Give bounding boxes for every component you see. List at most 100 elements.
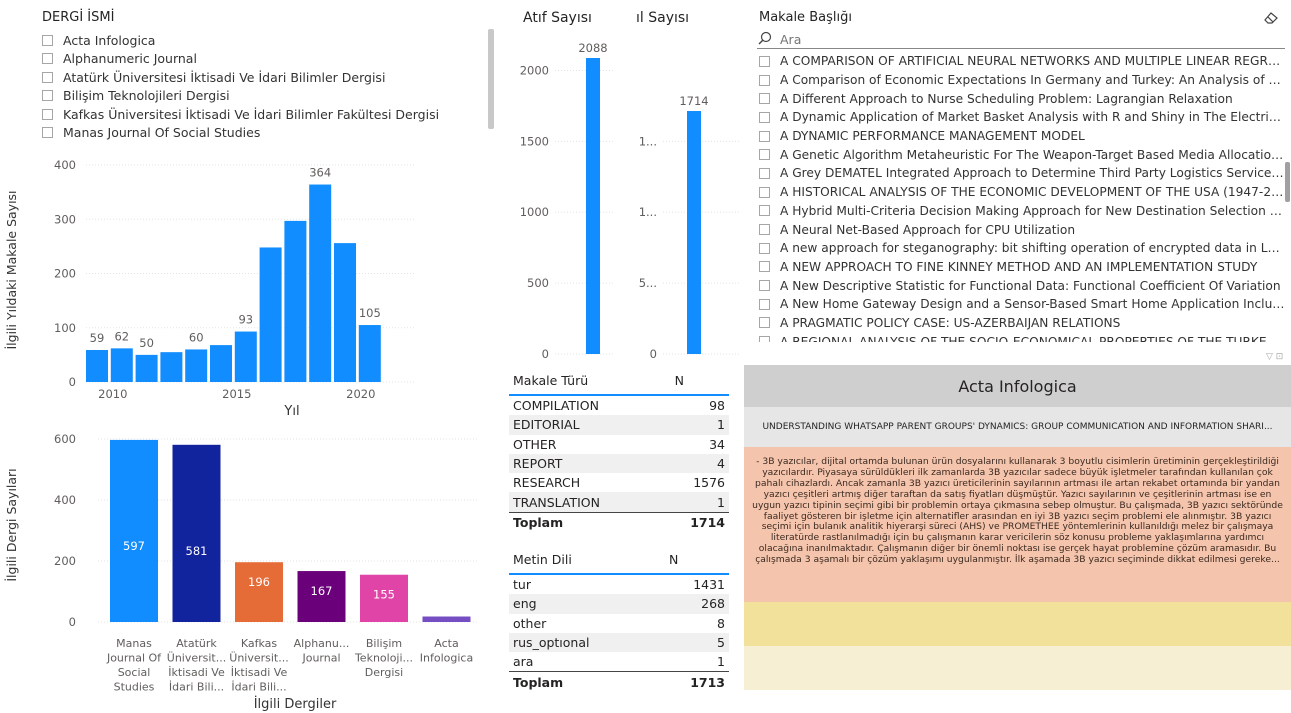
article-slicer-item[interactable]: A Dynamic Application of Market Basket A…: [759, 108, 1287, 127]
checkbox[interactable]: [42, 108, 53, 120]
journal-bar[interactable]: [172, 444, 221, 622]
year-bar[interactable]: [334, 243, 356, 382]
table-row[interactable]: ara 1: [509, 652, 729, 672]
column-header-type[interactable]: Makale Türü: [509, 366, 661, 396]
checkbox[interactable]: [42, 53, 53, 65]
journal-slicer-item[interactable]: Atatürk Üniversitesi İktisadi Ve İdari B…: [42, 68, 492, 87]
checkbox[interactable]: [759, 205, 770, 217]
table-row[interactable]: other 8: [509, 614, 729, 633]
table-row[interactable]: EDITORIAL 1: [509, 415, 729, 435]
journal-bar-chart: İlgili Dergi Sayıları İlgili Dergiler 0 2…: [4, 432, 478, 712]
article-slicer-item[interactable]: A HISTORICAL ANALYSIS OF THE ECONOMIC DE…: [759, 183, 1287, 202]
year-bar[interactable]: [185, 349, 208, 382]
article-slicer-item-label: A Genetic Algorithm Metaheuristic For Th…: [780, 147, 1285, 162]
checkbox[interactable]: [759, 261, 770, 273]
article-slicer-item-label: A New Home Gateway Design and a Sensor-B…: [780, 297, 1285, 312]
table-row[interactable]: RESEARCH 1576: [509, 473, 729, 492]
checkbox[interactable]: [759, 224, 770, 236]
year-bar[interactable]: [234, 331, 257, 382]
year-bar[interactable]: [284, 220, 307, 382]
column-header-n[interactable]: N: [660, 366, 729, 396]
checkbox[interactable]: [759, 186, 770, 198]
article-search-input[interactable]: [778, 29, 1272, 49]
journal-slicer-item[interactable]: Bilişim Teknolojileri Dergisi: [42, 87, 492, 106]
journal-slicer-item[interactable]: Manas Journal Of Social Studies: [42, 124, 492, 143]
article-slicer-item[interactable]: A Grey DEMATEL Integrated Approach to De…: [759, 164, 1287, 183]
article-slicer-item[interactable]: A DYNAMIC PERFORMANCE MANAGEMENT MODEL: [759, 127, 1287, 146]
article-slicer-item[interactable]: A PRAGMATIC POLICY CASE: US-AZERBAIJAN R…: [759, 314, 1287, 333]
journal-bar[interactable]: [235, 562, 283, 622]
article-slicer-item[interactable]: A New Descriptive Statistic for Function…: [759, 276, 1287, 295]
journal-slicer-item[interactable]: Alphanumeric Journal: [42, 50, 492, 69]
article-slicer-item-label: A Comparison of Economic Expectations In…: [780, 73, 1285, 88]
visual-options-icon[interactable]: ▽ ⊡: [1266, 352, 1283, 362]
checkbox[interactable]: [759, 280, 770, 292]
year-bar-chart: İlgili Yıldaki Makale Sayısı Yıl 0 100 200…: [4, 158, 416, 419]
article-slicer-scrollbar[interactable]: [1285, 162, 1290, 202]
x-tick-label: Dergisi: [365, 666, 403, 679]
checkbox[interactable]: [759, 93, 770, 105]
table-row[interactable]: COMPILATION 98: [509, 395, 729, 415]
table-row[interactable]: tur 1431: [509, 574, 729, 594]
article-slicer-item[interactable]: A Genetic Algorithm Metaheuristic For Th…: [759, 145, 1287, 164]
checkbox[interactable]: [759, 130, 770, 142]
checkbox[interactable]: [759, 111, 770, 123]
article-slicer-item[interactable]: A COMPARISON OF ARTIFICIAL NEURAL NETWOR…: [759, 52, 1287, 71]
table-cell-value: 1: [660, 492, 729, 513]
table-row[interactable]: OTHER 34: [509, 435, 729, 454]
table-row[interactable]: REPORT 4: [509, 453, 729, 474]
y-tick-label: 400: [54, 158, 76, 172]
article-slicer-item[interactable]: A Comparison of Economic Expectations In…: [759, 71, 1287, 90]
article-slicer-item[interactable]: A REGIONAL ANALYSIS OF THE SOCIO-ECONOMI…: [759, 332, 1287, 342]
checkbox[interactable]: [759, 167, 770, 179]
journal-slicer-scrollbar[interactable]: [488, 29, 494, 129]
checkbox[interactable]: [42, 34, 53, 46]
year-bar[interactable]: [210, 345, 232, 382]
journal-bar[interactable]: [422, 616, 471, 622]
article-slicer-item[interactable]: A Hybrid Multi-Criteria Decision Making …: [759, 202, 1287, 221]
checkbox[interactable]: [759, 74, 770, 86]
column-header-n[interactable]: N: [655, 545, 729, 575]
year-bar[interactable]: [135, 354, 158, 382]
checkbox[interactable]: [759, 336, 770, 342]
eraser-icon[interactable]: [1262, 9, 1280, 25]
table-row[interactable]: TRANSLATION 1: [509, 492, 729, 513]
year-bar[interactable]: [160, 352, 183, 382]
article-slicer-item[interactable]: A NEW APPROACH TO FINE KINNEY METHOD AND…: [759, 258, 1287, 277]
count-bar[interactable]: [687, 111, 701, 354]
year-bar[interactable]: [110, 348, 133, 382]
article-slicer-item-label: A PRAGMATIC POLICY CASE: US-AZERBAIJAN R…: [780, 315, 1121, 330]
journal-bar[interactable]: [110, 439, 158, 622]
table-cell-label: OTHER: [513, 436, 557, 452]
checkbox[interactable]: [759, 298, 770, 310]
x-tick-label: Üniversit...: [229, 652, 288, 665]
table-cell-label: other: [513, 615, 547, 631]
year-bar[interactable]: [309, 184, 332, 382]
year-bar[interactable]: [86, 349, 108, 382]
table-cell-value: 1: [717, 654, 725, 670]
table-row[interactable]: eng 268: [509, 594, 729, 614]
article-slicer-item[interactable]: A Different Approach to Nurse Scheduling…: [759, 89, 1287, 108]
journal-slicer-item[interactable]: Kafkas Üniversitesi İktisadi Ve İdari Bi…: [42, 105, 492, 124]
journal-slicer-item[interactable]: Acta Infologica: [42, 31, 492, 50]
checkbox[interactable]: [759, 149, 770, 161]
year-bar[interactable]: [259, 247, 282, 382]
bar-data-label: 2088: [578, 41, 607, 55]
detail-article-title: UNDERSTANDING WHATSAPP PARENT GROUPS' DY…: [744, 407, 1291, 447]
bar-data-label: 60: [189, 330, 204, 344]
table-cell-label: TRANSLATION: [509, 492, 661, 513]
checkbox[interactable]: [759, 55, 770, 67]
checkbox[interactable]: [759, 242, 770, 254]
year-bar[interactable]: [358, 325, 381, 382]
article-slicer-item[interactable]: A New Home Gateway Design and a Sensor-B…: [759, 295, 1287, 314]
checkbox[interactable]: [42, 71, 53, 83]
count-bar[interactable]: [586, 58, 600, 354]
article-slicer-item[interactable]: A new approach for steganography: bit sh…: [759, 239, 1287, 258]
table-row[interactable]: rus_optıonal 5: [509, 632, 729, 653]
article-slicer-item-label: A NEW APPROACH TO FINE KINNEY METHOD AND…: [780, 259, 1258, 274]
column-header-language[interactable]: Metin Dili: [509, 545, 656, 575]
article-slicer-item[interactable]: A Neural Net-Based Approach for CPU Util…: [759, 220, 1287, 239]
checkbox[interactable]: [42, 127, 53, 139]
checkbox[interactable]: [42, 90, 53, 102]
checkbox[interactable]: [759, 317, 770, 329]
